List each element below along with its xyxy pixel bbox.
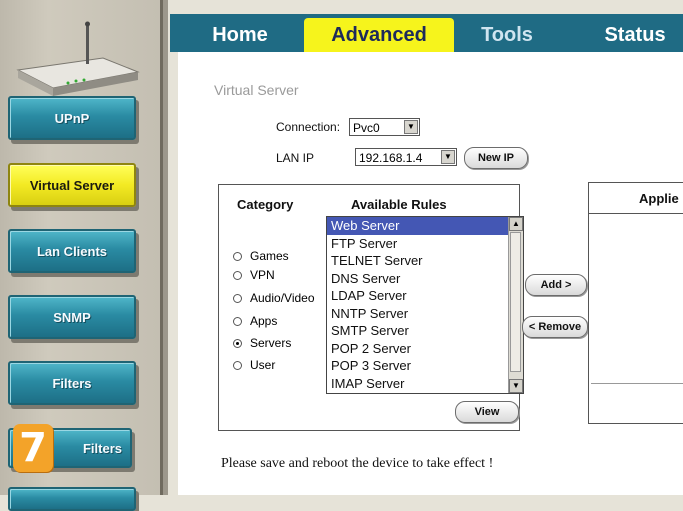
sidebar: UPnP Virtual Server Lan Clients SNMP Fil… — [0, 0, 168, 511]
category-label: Audio/Video — [250, 291, 315, 305]
tab-home[interactable]: Home — [190, 18, 290, 52]
chevron-down-icon[interactable]: ▼ — [404, 120, 418, 134]
sidebar-item-lan-clients[interactable]: Lan Clients — [8, 229, 136, 273]
main-content: Virtual Server Connection: Pvc0 ▼ LAN IP… — [178, 52, 683, 495]
list-item[interactable]: Web Server — [327, 217, 523, 235]
view-button[interactable]: View — [455, 401, 519, 423]
list-item[interactable]: NNTP Server — [327, 305, 523, 323]
sidebar-item-virtual-server[interactable]: Virtual Server — [8, 163, 136, 207]
step-number-badge: 7 — [13, 424, 53, 472]
lan-ip-label: LAN IP — [276, 151, 315, 165]
scrollbar-thumb[interactable] — [510, 232, 521, 372]
category-label: VPN — [250, 268, 275, 282]
list-item[interactable]: DNS Server — [327, 270, 523, 288]
scrollbar[interactable]: ▲ ▼ — [508, 217, 523, 393]
remove-button[interactable]: < Remove — [522, 316, 588, 338]
category-apps[interactable]: Apps — [233, 314, 277, 328]
radio-icon[interactable] — [233, 251, 242, 261]
category-servers[interactable]: Servers — [233, 336, 291, 350]
list-item[interactable]: SMTP Server — [327, 322, 523, 340]
tab-status[interactable]: Status — [590, 18, 680, 52]
category-label: Games — [250, 249, 289, 263]
sidebar-item-label: UPnP — [54, 110, 90, 126]
scroll-down-icon[interactable]: ▼ — [509, 379, 523, 393]
sidebar-item-label: Virtual Server — [29, 177, 115, 193]
applied-header: Applie — [639, 191, 679, 206]
footer-message: Please save and reboot the device to tak… — [221, 456, 494, 471]
radio-icon[interactable] — [233, 360, 242, 370]
category-games[interactable]: Games — [233, 249, 289, 263]
sidebar-item-label: SNMP — [53, 309, 91, 325]
category-label: Apps — [250, 314, 278, 328]
category-label: User — [250, 358, 276, 372]
connection-select[interactable]: Pvc0 ▼ — [349, 118, 420, 136]
list-item[interactable]: LDAP Server — [327, 287, 523, 305]
applied-rules-panel: Applie — [588, 182, 683, 424]
list-item[interactable]: POP 3 Server — [327, 357, 523, 375]
tab-tools[interactable]: Tools — [462, 18, 552, 52]
available-rules-header: Available Rules — [351, 197, 447, 212]
applied-divider — [589, 213, 683, 214]
top-navigation: Home Advanced Tools Status — [170, 14, 683, 52]
add-button[interactable]: Add > — [525, 274, 587, 296]
sidebar-item-partial[interactable] — [8, 487, 136, 511]
sidebar-item-label: Lan Clients — [36, 243, 108, 259]
available-rules-list[interactable]: Web Server FTP Server TELNET Server DNS … — [326, 216, 524, 394]
router-icon — [16, 21, 140, 96]
list-item[interactable]: FTP Server — [327, 235, 523, 253]
new-ip-button[interactable]: New IP — [464, 147, 528, 169]
scroll-up-icon[interactable]: ▲ — [509, 217, 523, 231]
list-item[interactable]: POP 2 Server — [327, 340, 523, 358]
list-item[interactable]: TELNET Server — [327, 252, 523, 270]
category-audio-video[interactable]: Audio/Video — [233, 291, 315, 305]
chevron-down-icon[interactable]: ▼ — [441, 150, 455, 164]
sidebar-item-snmp[interactable]: SNMP — [8, 295, 136, 339]
lan-ip-value: 192.168.1.4 — [359, 151, 423, 165]
category-label: Servers — [250, 336, 292, 350]
category-header: Category — [237, 197, 294, 212]
category-vpn[interactable]: VPN — [233, 268, 275, 282]
tab-advanced[interactable]: Advanced — [304, 18, 454, 52]
sidebar-item-filters[interactable]: Filters — [8, 361, 136, 405]
radio-selected-icon[interactable] — [233, 338, 242, 348]
sidebar-item-upnp[interactable]: UPnP — [8, 96, 136, 140]
radio-icon[interactable] — [233, 270, 242, 280]
sidebar-item-label: Filters — [52, 375, 92, 391]
lan-ip-select[interactable]: 192.168.1.4 ▼ — [355, 148, 457, 166]
connection-label: Connection: — [276, 120, 341, 134]
radio-icon[interactable] — [233, 293, 242, 303]
category-user[interactable]: User — [233, 358, 275, 372]
list-item[interactable]: IMAP Server — [327, 375, 523, 393]
rules-panel: Category Available Rules Games VPN Audio… — [218, 184, 524, 431]
sidebar-item-label: Filters — [82, 440, 122, 456]
radio-icon[interactable] — [233, 316, 242, 326]
connection-value: Pvc0 — [353, 121, 380, 135]
applied-divider-bottom — [591, 383, 683, 384]
page-title: Virtual Server — [214, 82, 299, 98]
